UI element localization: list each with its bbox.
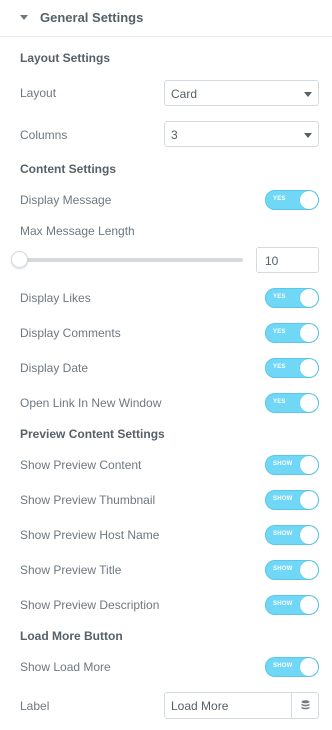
display-date-toggle[interactable]: YES (265, 358, 319, 378)
chevron-down-icon (304, 133, 312, 138)
max-message-length-input[interactable]: 10 (256, 247, 319, 273)
toggle-knob (300, 491, 318, 509)
show-load-more-toggle[interactable]: SHOW (265, 657, 319, 677)
columns-select-value: 3 (171, 128, 178, 142)
open-link-toggle[interactable]: YES (265, 393, 319, 413)
max-message-length-slider-track[interactable] (20, 258, 243, 262)
display-likes-label: Display Likes (20, 291, 91, 305)
toggle-state-text: YES (273, 329, 286, 335)
input-divider (291, 693, 292, 718)
toggle-knob (300, 658, 318, 676)
display-comments-label: Display Comments (20, 326, 121, 340)
toggle-knob (300, 456, 318, 474)
toggle-knob (300, 191, 318, 209)
toggle-knob (300, 394, 318, 412)
columns-select[interactable]: 3 (164, 121, 319, 147)
toggle-knob (300, 289, 318, 307)
toggle-state-text: YES (273, 294, 286, 300)
show-preview-host-toggle[interactable]: SHOW (265, 525, 319, 545)
show-preview-thumbnail-toggle[interactable]: SHOW (265, 490, 319, 510)
label-field-label: Label (20, 699, 50, 713)
max-message-length-label: Max Message Length (20, 224, 135, 238)
toggle-knob (300, 359, 318, 377)
max-message-length-slider-handle[interactable] (11, 251, 28, 268)
toggle-state-text: SHOW (273, 531, 293, 537)
show-load-more-label: Show Load More (20, 660, 111, 674)
caret-down-icon (20, 15, 28, 20)
heading-layout-settings: Layout Settings (20, 51, 111, 65)
toggle-state-text: YES (273, 364, 286, 370)
open-link-label: Open Link In New Window (20, 396, 162, 410)
max-message-length-value: 10 (265, 254, 279, 268)
display-message-toggle[interactable]: YES (265, 190, 319, 210)
toggle-knob (300, 561, 318, 579)
toggle-state-text: SHOW (273, 566, 293, 572)
toggle-state-text: YES (273, 196, 286, 202)
toggle-knob (300, 324, 318, 342)
toggle-state-text: SHOW (273, 601, 293, 607)
layout-select-value: Card (171, 87, 198, 101)
database-icon[interactable] (301, 700, 310, 711)
heading-content-settings: Content Settings (20, 162, 116, 176)
toggle-state-text: SHOW (273, 461, 293, 467)
heading-load-more-button: Load More Button (20, 629, 123, 643)
show-preview-host-label: Show Preview Host Name (20, 528, 160, 542)
chevron-down-icon (304, 92, 312, 97)
display-likes-toggle[interactable]: YES (265, 288, 319, 308)
section-title: General Settings (40, 10, 144, 25)
display-comments-toggle[interactable]: YES (265, 323, 319, 343)
columns-label: Columns (20, 128, 68, 142)
show-preview-content-label: Show Preview Content (20, 458, 142, 472)
display-message-label: Display Message (20, 193, 112, 207)
show-preview-thumbnail-label: Show Preview Thumbnail (20, 493, 156, 507)
show-preview-content-toggle[interactable]: SHOW (265, 455, 319, 475)
show-preview-title-label: Show Preview Title (20, 563, 122, 577)
toggle-knob (300, 526, 318, 544)
label-field-value: Load More (171, 699, 229, 713)
display-date-label: Display Date (20, 361, 89, 375)
layout-select[interactable]: Card (164, 80, 319, 106)
layout-label: Layout (20, 86, 57, 100)
toggle-knob (300, 596, 318, 614)
heading-preview-content-settings: Preview Content Settings (20, 427, 165, 441)
section-header-general-settings[interactable]: General Settings (0, 0, 332, 37)
label-field-input[interactable]: Load More (164, 692, 319, 719)
toggle-state-text: YES (273, 399, 286, 405)
show-preview-description-toggle[interactable]: SHOW (265, 595, 319, 615)
toggle-state-text: SHOW (273, 663, 293, 669)
show-preview-description-label: Show Preview Description (20, 598, 160, 612)
show-preview-title-toggle[interactable]: SHOW (265, 560, 319, 580)
toggle-state-text: SHOW (273, 496, 293, 502)
